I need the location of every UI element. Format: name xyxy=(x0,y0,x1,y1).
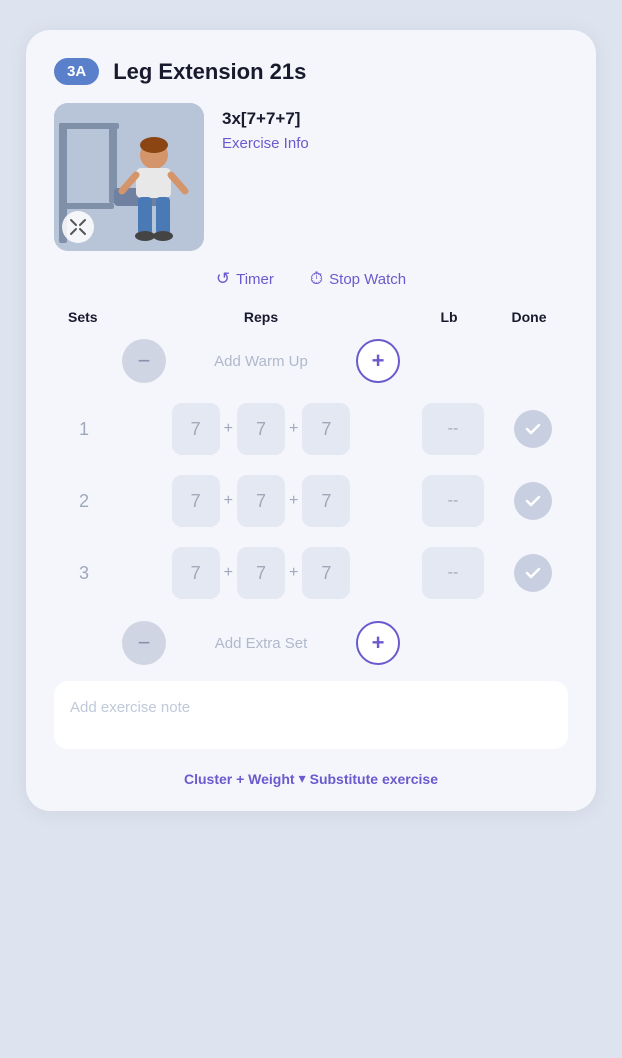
warm-up-plus-button[interactable]: + xyxy=(356,339,400,383)
plus-sign-1-1: + xyxy=(224,420,233,438)
done-col-1 xyxy=(498,410,568,448)
substitute-exercise-link[interactable]: Substitute exercise xyxy=(310,771,438,787)
set-num-2: 2 xyxy=(54,491,114,512)
rep-box-2-1[interactable]: 7 xyxy=(172,475,220,527)
rep-box-2-2[interactable]: 7 xyxy=(237,475,285,527)
done-check-1[interactable] xyxy=(514,410,552,448)
plus-sign-2-1: + xyxy=(224,492,233,510)
rep-box-3-1[interactable]: 7 xyxy=(172,547,220,599)
rep-scheme: 3x[7+7+7] xyxy=(222,109,309,129)
done-check-3[interactable] xyxy=(514,554,552,592)
reps-group-1: 7 + 7 + 7 xyxy=(114,403,408,455)
exercise-image xyxy=(54,103,204,251)
plus-sign-3-1: + xyxy=(224,564,233,582)
warm-up-label: Add Warm Up xyxy=(166,353,356,370)
note-input-wrap xyxy=(54,681,568,754)
col-sets: Sets xyxy=(58,309,118,325)
plus-sign-1-2: + xyxy=(289,420,298,438)
note-input[interactable] xyxy=(54,681,568,749)
reps-group-3: 7 + 7 + 7 xyxy=(114,547,408,599)
extra-set-plus-button[interactable]: + xyxy=(356,621,400,665)
set-row-2: 2 7 + 7 + 7 -- xyxy=(54,471,568,531)
done-col-3 xyxy=(498,554,568,592)
reps-group-2: 7 + 7 + 7 xyxy=(114,475,408,527)
exercise-header: 3A Leg Extension 21s xyxy=(54,58,568,85)
timer-button[interactable]: ↺ Timer xyxy=(216,269,274,289)
weight-box-2[interactable]: -- xyxy=(422,475,484,527)
col-done: Done xyxy=(494,309,564,325)
exercise-badge: 3A xyxy=(54,58,99,85)
warm-up-minus-button[interactable]: − xyxy=(122,339,166,383)
extra-set-label: Add Extra Set xyxy=(166,635,356,652)
rep-box-2-3[interactable]: 7 xyxy=(302,475,350,527)
exercise-info-row: 3x[7+7+7] Exercise Info xyxy=(54,103,568,251)
done-check-2[interactable] xyxy=(514,482,552,520)
rep-box-3-3[interactable]: 7 xyxy=(302,547,350,599)
rep-box-1-2[interactable]: 7 xyxy=(237,403,285,455)
stopwatch-label: Stop Watch xyxy=(329,271,406,288)
footer-links: Cluster + Weight ▾ Substitute exercise xyxy=(54,770,568,787)
extra-set-row: − Add Extra Set + xyxy=(54,615,568,671)
set-num-3: 3 xyxy=(54,563,114,584)
chevron-down-icon: ▾ xyxy=(299,770,306,787)
weight-box-1[interactable]: -- xyxy=(422,403,484,455)
warm-up-row: − Add Warm Up + xyxy=(54,333,568,389)
expand-icon[interactable] xyxy=(62,211,94,243)
table-headers: Sets Reps Lb Done xyxy=(54,309,568,325)
extra-set-minus-button[interactable]: − xyxy=(122,621,166,665)
col-lb: Lb xyxy=(404,309,494,325)
rep-box-1-1[interactable]: 7 xyxy=(172,403,220,455)
stopwatch-button[interactable]: ⏱ Stop Watch xyxy=(310,269,406,289)
rep-box-1-3[interactable]: 7 xyxy=(302,403,350,455)
timer-label: Timer xyxy=(236,271,274,288)
set-num-1: 1 xyxy=(54,419,114,440)
timer-icon: ↺ xyxy=(216,269,230,289)
exercise-card: 3A Leg Extension 21s xyxy=(26,30,596,811)
plus-sign-3-2: + xyxy=(289,564,298,582)
plus-sign-2-2: + xyxy=(289,492,298,510)
exercise-info-link[interactable]: Exercise Info xyxy=(222,135,309,152)
set-row-1: 1 7 + 7 + 7 -- xyxy=(54,399,568,459)
exercise-title: Leg Extension 21s xyxy=(113,59,306,85)
set-row-3: 3 7 + 7 + 7 -- xyxy=(54,543,568,603)
rep-box-3-2[interactable]: 7 xyxy=(237,547,285,599)
cluster-weight-link[interactable]: Cluster + Weight xyxy=(184,771,295,787)
done-col-2 xyxy=(498,482,568,520)
timer-row: ↺ Timer ⏱ Stop Watch xyxy=(54,269,568,289)
col-reps: Reps xyxy=(118,309,404,325)
stopwatch-icon: ⏱ xyxy=(310,269,323,289)
exercise-meta: 3x[7+7+7] Exercise Info xyxy=(222,103,309,152)
weight-box-3[interactable]: -- xyxy=(422,547,484,599)
